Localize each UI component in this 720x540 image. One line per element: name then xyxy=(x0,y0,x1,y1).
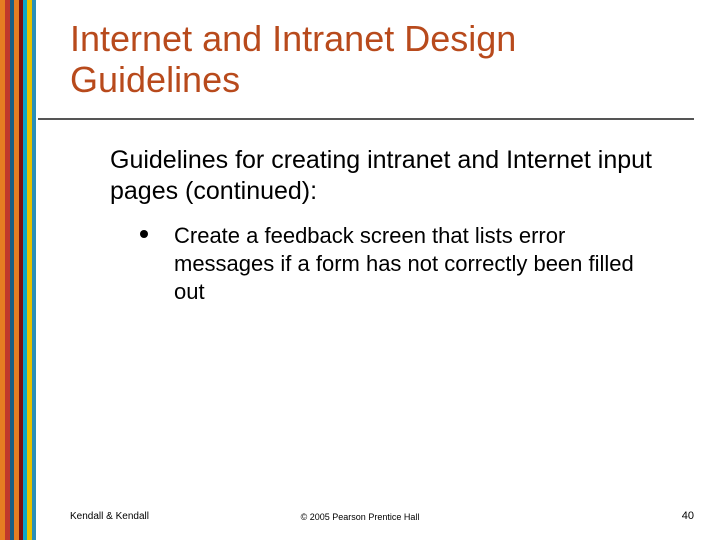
footer-copyright: © 2005 Pearson Prentice Hall xyxy=(0,512,720,522)
lead-paragraph: Guidelines for creating intranet and Int… xyxy=(110,145,660,208)
bullet-dot-icon xyxy=(140,230,148,238)
stripe xyxy=(32,0,36,540)
slide-number: 40 xyxy=(682,510,694,522)
bullet-text: Create a feedback screen that lists erro… xyxy=(174,222,660,306)
slide-title: Internet and Intranet Design Guidelines xyxy=(70,18,680,101)
decorative-stripe-band xyxy=(0,0,36,540)
bullet-item: Create a feedback screen that lists erro… xyxy=(140,222,660,306)
title-underline xyxy=(38,118,694,120)
